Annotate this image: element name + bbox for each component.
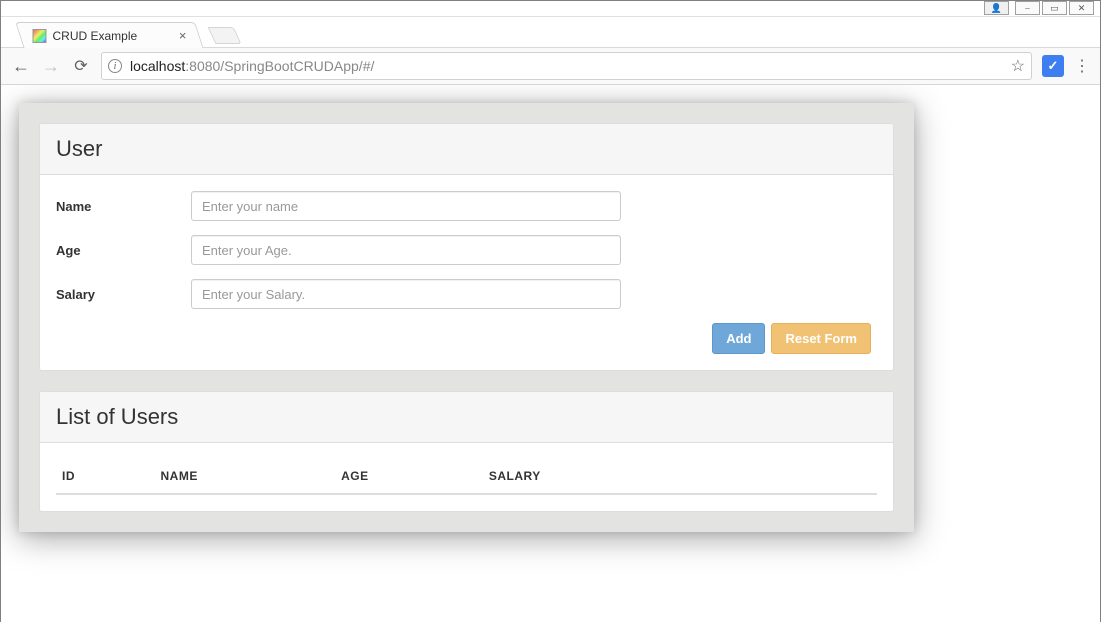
url-text: localhost:8080/SpringBootCRUDApp/#/ (130, 58, 374, 74)
age-label: Age (56, 243, 191, 258)
form-row-salary: Salary (56, 279, 877, 309)
user-list-panel: List of Users ID NAME AGE SALARY (39, 391, 894, 512)
titlebar: 👤 ⎯ ▭ ✕ (1, 1, 1100, 17)
maximize-button[interactable]: ▭ (1042, 1, 1067, 15)
minimize-button[interactable]: ⎯ (1015, 1, 1040, 15)
user-list-title: List of Users (40, 392, 893, 443)
table-header-row: ID NAME AGE SALARY (56, 459, 877, 494)
name-label: Name (56, 199, 191, 214)
browser-window: 👤 ⎯ ▭ ✕ CRUD Example × ← → ⟳ i localhost… (0, 0, 1101, 622)
reload-button[interactable]: ⟳ (71, 56, 91, 76)
tab-strip: CRUD Example × (1, 17, 1100, 47)
user-list-body: ID NAME AGE SALARY (40, 443, 893, 511)
col-id: ID (56, 459, 155, 494)
bookmark-star-icon[interactable]: ☆ (1011, 56, 1025, 76)
tab-crud-example[interactable]: CRUD Example × (15, 22, 203, 48)
form-row-name: Name (56, 191, 877, 221)
address-bar[interactable]: i localhost:8080/SpringBootCRUDApp/#/ ☆ (101, 52, 1032, 80)
page-viewport[interactable]: User Name Age Salary Add (1, 85, 1100, 623)
col-age: AGE (335, 459, 483, 494)
user-form-panel: User Name Age Salary Add (39, 123, 894, 371)
browser-menu-button[interactable]: ⋮ (1074, 56, 1090, 76)
salary-label: Salary (56, 287, 191, 302)
add-button[interactable]: Add (712, 323, 765, 354)
extension-button[interactable]: ✓ (1042, 55, 1064, 77)
tab-title: CRUD Example (52, 29, 137, 43)
users-table: ID NAME AGE SALARY (56, 459, 877, 495)
form-actions: Add Reset Form (56, 323, 877, 354)
form-row-age: Age (56, 235, 877, 265)
back-button[interactable]: ← (11, 56, 31, 77)
browser-toolbar: ← → ⟳ i localhost:8080/SpringBootCRUDApp… (1, 47, 1100, 85)
site-info-icon[interactable]: i (108, 59, 122, 73)
close-window-button[interactable]: ✕ (1069, 1, 1094, 15)
col-salary: SALARY (483, 459, 877, 494)
col-name: NAME (155, 459, 336, 494)
age-input[interactable] (191, 235, 621, 265)
user-profile-button[interactable]: 👤 (984, 1, 1009, 15)
salary-input[interactable] (191, 279, 621, 309)
favicon-icon (32, 29, 46, 43)
reset-form-button[interactable]: Reset Form (771, 323, 871, 354)
user-form-body: Name Age Salary Add Reset Form (40, 175, 893, 370)
forward-button[interactable]: → (41, 56, 61, 77)
new-tab-button[interactable] (208, 27, 242, 44)
name-input[interactable] (191, 191, 621, 221)
user-form-title: User (40, 124, 893, 175)
close-tab-icon[interactable]: × (179, 28, 187, 43)
page-container: User Name Age Salary Add (19, 103, 914, 532)
